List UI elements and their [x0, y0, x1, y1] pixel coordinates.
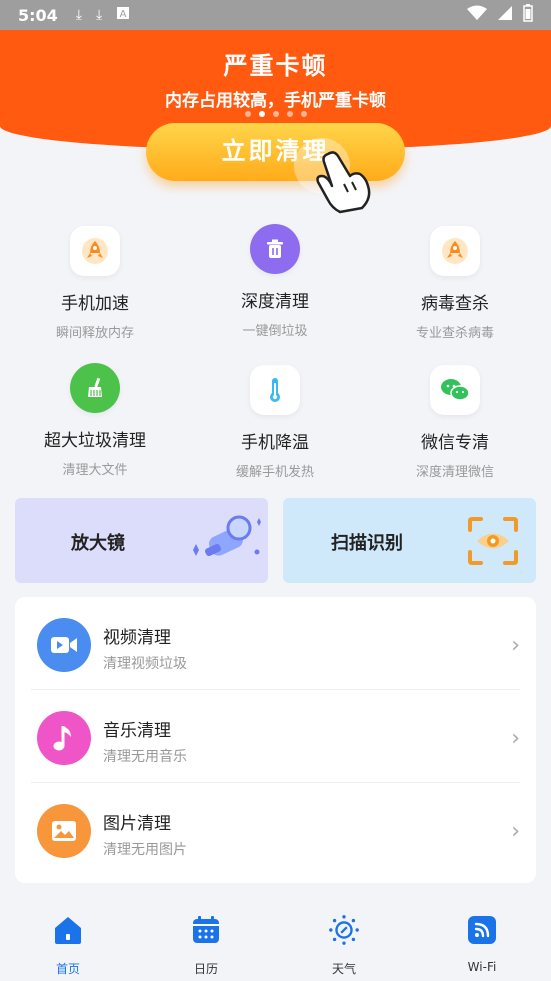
svg-text:A: A [120, 9, 127, 20]
broom-icon [70, 363, 120, 413]
nav-calendar[interactable]: 日历 [166, 914, 246, 977]
rocket-icon [70, 226, 120, 276]
download-icon: ⤓ [96, 7, 103, 23]
image-icon [37, 804, 91, 858]
nav-home[interactable]: 首页 [28, 914, 108, 977]
nav-wifi[interactable]: Wi-Fi [442, 914, 522, 974]
list-item-title: 视频清理 [103, 628, 171, 648]
hero-title: 严重卡顿 [223, 52, 328, 80]
feature-phone-cooling[interactable]: 手机降温 缓解手机发热 [195, 365, 355, 480]
list-item-subtitle: 清理无用音乐 [103, 749, 187, 765]
feature-large-junk-clean[interactable]: 超大垃圾清理 清理大文件 [15, 363, 175, 478]
status-bar: 5:04 ⤓ ⤓ A [0, 0, 551, 30]
home-icon [52, 914, 84, 946]
feature-virus-scan[interactable]: 病毒查杀 专业查杀病毒 [375, 226, 535, 341]
carousel-dot[interactable] [272, 111, 279, 117]
feature-name: 微信专清 [421, 433, 489, 453]
feature-wechat-clean[interactable]: 微信专清 深度清理微信 [375, 365, 535, 480]
video-icon [37, 618, 91, 672]
wifi-status-icon [467, 5, 487, 25]
scan-label: 扫描识别 [331, 533, 403, 554]
hero-subtitle: 内存占用较高，手机严重卡顿 [165, 91, 386, 111]
feature-name: 病毒查杀 [421, 294, 489, 314]
list-item-title: 音乐清理 [103, 721, 171, 741]
list-item-music-clean[interactable]: 音乐清理 清理无用音乐 › [15, 690, 536, 783]
nav-label: 天气 [331, 962, 356, 976]
battery-icon [523, 4, 533, 26]
download-icon: ⤓ [75, 7, 82, 23]
list-item-subtitle: 清理无用图片 [103, 842, 187, 858]
feature-desc: 缓解手机发热 [235, 465, 314, 480]
music-icon [37, 711, 91, 765]
carousel-dot[interactable] [286, 111, 293, 117]
magnifier-card[interactable]: 放大镜 [15, 498, 268, 583]
signal-icon [497, 5, 513, 25]
feature-name: 深度清理 [241, 292, 309, 312]
feature-name: 手机加速 [61, 294, 129, 314]
feature-name: 超大垃圾清理 [44, 431, 146, 451]
feature-phone-speedup[interactable]: 手机加速 瞬间释放内存 [15, 226, 175, 341]
list-item-subtitle: 清理视频垃圾 [103, 656, 187, 672]
wechat-icon [430, 365, 480, 415]
feature-desc: 一键倒垃圾 [242, 324, 308, 339]
list-item-video-clean[interactable]: 视频清理 清理视频垃圾 › [15, 597, 536, 690]
wifi-icon [466, 914, 498, 946]
hand-pointer-icon [292, 136, 382, 216]
carousel-dot[interactable] [300, 111, 307, 117]
magnifier-label: 放大镜 [71, 533, 125, 554]
bottom-nav: 首页 日历 天气 Wi-Fi [0, 900, 551, 981]
nav-label: Wi-Fi [467, 960, 497, 974]
weather-icon [328, 914, 360, 946]
nav-label: 首页 [55, 962, 80, 976]
chevron-right-icon: › [511, 819, 520, 844]
scan-eye-icon [467, 516, 519, 570]
thermometer-icon [250, 365, 300, 415]
shield-icon [430, 226, 480, 276]
clean-list: 视频清理 清理视频垃圾 › 音乐清理 清理无用音乐 › 图片清理 清理无用图片 … [15, 597, 536, 883]
carousel-dot-active[interactable] [258, 111, 265, 117]
feature-desc: 清理大文件 [62, 463, 128, 478]
feature-desc: 专业查杀病毒 [415, 326, 494, 341]
list-item-title: 图片清理 [103, 814, 171, 834]
magnifier-icon [187, 510, 267, 574]
chevron-right-icon: › [511, 633, 520, 658]
scan-card[interactable]: 扫描识别 [283, 498, 536, 583]
nav-weather[interactable]: 天气 [304, 914, 384, 977]
carousel-dots [0, 111, 551, 117]
feature-name: 手机降温 [241, 433, 309, 453]
chevron-right-icon: › [511, 726, 520, 751]
feature-deep-clean[interactable]: 深度清理 一键倒垃圾 [195, 224, 355, 339]
feature-desc: 深度清理微信 [415, 465, 494, 480]
status-time: 5:04 [18, 5, 58, 25]
carousel-dot[interactable] [244, 111, 251, 117]
feature-desc: 瞬间释放内存 [55, 326, 134, 341]
notification-a-icon: A [116, 6, 130, 24]
calendar-icon [190, 914, 222, 946]
trash-icon [250, 224, 300, 274]
list-item-image-clean[interactable]: 图片清理 清理无用图片 › [15, 783, 536, 876]
nav-label: 日历 [193, 962, 218, 976]
